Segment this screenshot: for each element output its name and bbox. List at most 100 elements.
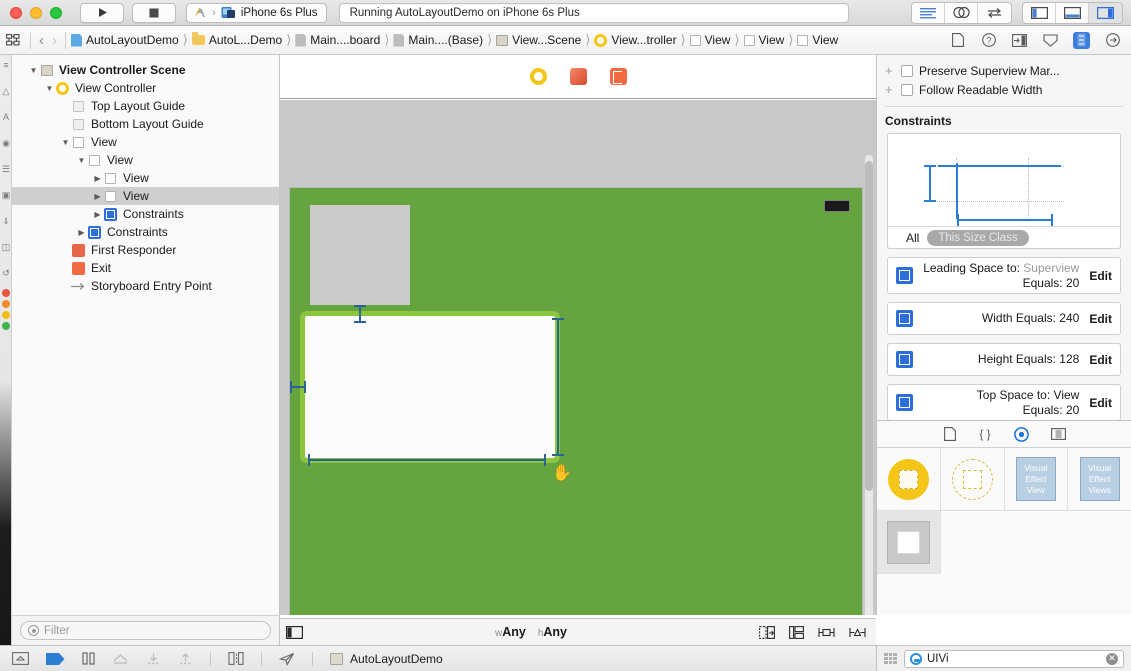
size-class-control[interactable]: wAny hAny xyxy=(303,625,759,639)
constraints-visual-editor[interactable]: All This Size Class xyxy=(887,133,1121,249)
minimize-button[interactable] xyxy=(30,7,42,19)
outline-item-bottom-layout-guide[interactable]: Bottom Layout Guide xyxy=(12,115,279,133)
connections-inspector-button[interactable] xyxy=(1104,32,1121,49)
outline-item-view-child[interactable]: ▼ View xyxy=(12,151,279,169)
interface-builder-canvas[interactable]: ✋ xyxy=(280,55,876,615)
library-filter-input[interactable]: UIVi ✕ xyxy=(904,650,1124,668)
size-inspector-panel[interactable]: + Preserve Superview Mar... + Follow Rea… xyxy=(876,55,1131,615)
breadcrumb-item-view-controller[interactable]: View...troller xyxy=(593,33,677,47)
breadcrumb-item-folder[interactable]: AutoL...Demo xyxy=(191,33,283,47)
breakpoints-button[interactable] xyxy=(46,653,65,665)
device-view[interactable]: ✋ xyxy=(290,188,862,615)
constraint-row-height[interactable]: Height Equals: 128 Edit xyxy=(887,343,1121,376)
size-inspector-button[interactable] xyxy=(1073,32,1090,49)
close-button[interactable] xyxy=(10,7,22,19)
edit-constraint-button[interactable]: Edit xyxy=(1089,353,1112,367)
step-into-button[interactable] xyxy=(178,652,193,665)
quick-help-inspector-button[interactable]: ? xyxy=(980,32,997,49)
constraint-row-leading-space[interactable]: Leading Space to: Superview Equals: 20 E… xyxy=(887,257,1121,294)
stop-button[interactable] xyxy=(132,3,176,23)
edit-constraint-button[interactable]: Edit xyxy=(1089,269,1112,283)
panel-toggle-segmented[interactable] xyxy=(1022,2,1123,24)
location-simulate-button[interactable] xyxy=(279,652,295,666)
constraints-diagram[interactable] xyxy=(888,134,1120,226)
breadcrumb-item-project[interactable]: AutoLayoutDemo xyxy=(70,33,180,47)
align-button[interactable] xyxy=(818,626,835,639)
twisty-right-icon[interactable]: ▶ xyxy=(76,228,87,237)
twisty-down-icon[interactable]: ▼ xyxy=(60,138,71,147)
constraint-scope-segmented[interactable]: All This Size Class xyxy=(888,226,1120,248)
twisty-down-icon[interactable]: ▼ xyxy=(44,84,55,93)
file-inspector-button[interactable] xyxy=(949,32,966,49)
library-panel[interactable]: { } xyxy=(877,420,1131,615)
editor-mode-segmented[interactable] xyxy=(911,2,1012,24)
outline-filter-field[interactable]: Filter xyxy=(20,621,271,640)
outline-item-view-controller-scene[interactable]: ▼ View Controller Scene xyxy=(12,61,279,79)
back-button[interactable]: ‹ xyxy=(35,32,48,49)
twisty-down-icon[interactable]: ▼ xyxy=(76,156,87,165)
object-library-button[interactable] xyxy=(1014,427,1029,442)
outline-item-view-controller[interactable]: ▼ View Controller xyxy=(12,79,279,97)
view-hierarchy-button[interactable] xyxy=(228,652,244,665)
document-outline[interactable]: ▼ View Controller Scene ▼ View Controlle… xyxy=(12,55,280,615)
edit-constraint-button[interactable]: Edit xyxy=(1089,396,1112,410)
canvas-vertical-scrollbar[interactable] xyxy=(865,155,873,615)
breadcrumb-item-storyboard[interactable]: Main....board xyxy=(294,33,381,47)
twisty-right-icon[interactable]: ▶ xyxy=(92,210,103,219)
follow-readable-width-row[interactable]: + Follow Readable Width xyxy=(885,80,1123,99)
process-indicator[interactable]: AutoLayoutDemo xyxy=(330,652,443,666)
diagram-leading-space-line[interactable] xyxy=(929,165,931,202)
constraint-row-width[interactable]: Width Equals: 240 Edit xyxy=(887,302,1121,335)
attributes-inspector-button[interactable] xyxy=(1042,32,1059,49)
library-item-container-view[interactable] xyxy=(941,448,1005,511)
constraint-row-top-space[interactable]: Top Space to: View Equals: 20 Edit xyxy=(887,384,1121,421)
library-item-uiview-selected[interactable] xyxy=(877,511,941,574)
debug-area-toggle-button[interactable] xyxy=(1056,3,1089,23)
edit-constraint-button[interactable]: Edit xyxy=(1089,312,1112,326)
diagram-vertical-center-line[interactable] xyxy=(956,163,958,219)
file-template-library-button[interactable] xyxy=(944,427,956,441)
scheme-selector[interactable]: › iPhone 6s Plus xyxy=(186,3,327,23)
breadcrumb-item-view-3[interactable]: View xyxy=(796,33,839,47)
media-library-button[interactable] xyxy=(1051,428,1066,440)
zoom-button[interactable] xyxy=(50,7,62,19)
library-item-visual-effect-view[interactable]: Visual Effect View xyxy=(1005,448,1069,511)
breadcrumb-item-storyboard-base[interactable]: Main....(Base) xyxy=(392,33,484,47)
outline-item-top-layout-guide[interactable]: Top Layout Guide xyxy=(12,97,279,115)
forward-button[interactable]: › xyxy=(48,32,61,49)
preserve-superview-margins-checkbox[interactable] xyxy=(901,65,913,77)
clear-icon[interactable]: ✕ xyxy=(1106,653,1118,665)
object-library-grid[interactable]: Visual Effect View Visual Effect Views xyxy=(877,448,1131,574)
selected-view[interactable] xyxy=(305,316,555,458)
exit-icon[interactable] xyxy=(610,68,627,85)
embed-in-stack-button[interactable] xyxy=(789,626,804,639)
outline-item-constraints-outer[interactable]: ▶ Constraints xyxy=(12,223,279,241)
first-responder-icon[interactable] xyxy=(570,68,587,85)
assistant-editor-button[interactable] xyxy=(945,3,978,23)
outline-item-view-grandchild-2-selected[interactable]: ▶ View xyxy=(12,187,279,205)
utilities-toggle-button[interactable] xyxy=(1089,3,1122,23)
library-item-visual-effect-views[interactable]: Visual Effect Views xyxy=(1068,448,1131,511)
diagram-width-line[interactable] xyxy=(957,219,1053,221)
canvas-background[interactable]: ✋ xyxy=(280,100,876,615)
breadcrumb-item-view-1[interactable]: View xyxy=(689,33,732,47)
related-items-button[interactable] xyxy=(0,34,26,46)
document-outline-toggle-button[interactable] xyxy=(280,626,303,639)
twisty-down-icon[interactable]: ▼ xyxy=(28,66,39,75)
twisty-right-icon[interactable]: ▶ xyxy=(92,192,103,201)
scope-all-button[interactable]: All xyxy=(906,231,919,245)
twisty-right-icon[interactable]: ▶ xyxy=(92,174,103,183)
outline-item-first-responder[interactable]: First Responder xyxy=(12,241,279,259)
code-snippet-library-button[interactable]: { } xyxy=(978,427,992,441)
preserve-superview-margins-row[interactable]: + Preserve Superview Mar... xyxy=(885,61,1123,80)
identity-inspector-button[interactable] xyxy=(1011,32,1028,49)
continue-button[interactable] xyxy=(112,652,129,665)
scope-this-size-class-button[interactable]: This Size Class xyxy=(927,230,1028,246)
add-icon[interactable]: + xyxy=(885,63,901,78)
view-controller-icon[interactable] xyxy=(530,68,547,85)
outline-item-storyboard-entry-point[interactable]: Storyboard Entry Point xyxy=(12,277,279,295)
show-hide-debug-area-button[interactable] xyxy=(12,652,29,665)
outline-item-view-grandchild-1[interactable]: ▶ View xyxy=(12,169,279,187)
standard-editor-button[interactable] xyxy=(912,3,945,23)
library-layout-toggle-icon[interactable] xyxy=(884,653,897,664)
